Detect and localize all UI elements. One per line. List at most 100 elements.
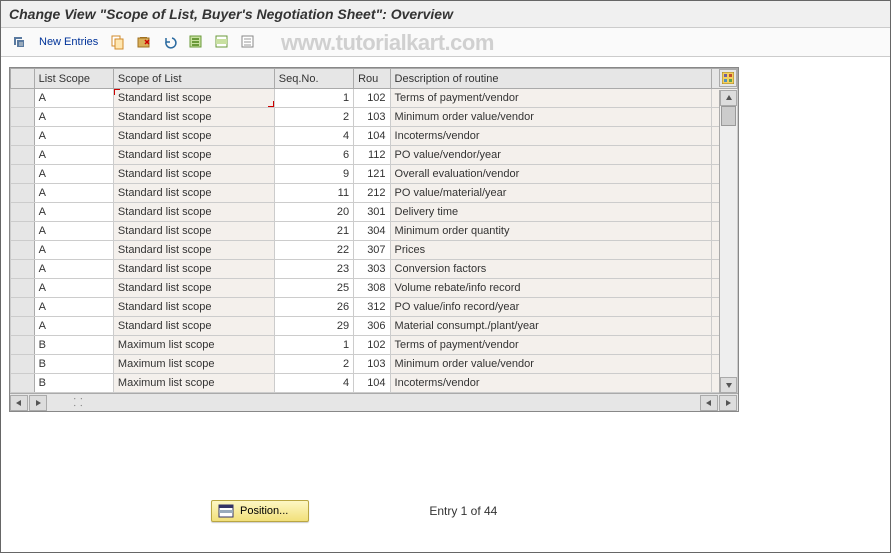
cell-rou[interactable]: 112 — [354, 146, 390, 165]
cell-list-scope[interactable]: A — [34, 146, 113, 165]
cell-rou[interactable]: 104 — [354, 374, 390, 393]
cell-rou[interactable]: 121 — [354, 165, 390, 184]
cell-seq-no[interactable]: 9 — [274, 165, 353, 184]
table-row[interactable]: AStandard list scope29306Material consum… — [11, 317, 738, 336]
cell-list-scope[interactable]: B — [34, 355, 113, 374]
table-row[interactable]: AStandard list scope20301Delivery time — [11, 203, 738, 222]
cell-rou[interactable]: 102 — [354, 89, 390, 108]
row-selector[interactable] — [11, 89, 35, 108]
undo-icon[interactable] — [160, 32, 180, 52]
table-row[interactable]: AStandard list scope26312PO value/info r… — [11, 298, 738, 317]
cell-seq-no[interactable]: 22 — [274, 241, 353, 260]
col-header-rou[interactable]: Rou — [354, 69, 390, 89]
col-header-list-scope[interactable]: List Scope — [34, 69, 113, 89]
vertical-scrollbar[interactable] — [719, 90, 737, 393]
cell-list-scope[interactable]: A — [34, 222, 113, 241]
table-row[interactable]: AStandard list scope25308Volume rebate/i… — [11, 279, 738, 298]
cell-list-scope[interactable]: A — [34, 184, 113, 203]
table-row[interactable]: AStandard list scope4104Incoterms/vendor — [11, 127, 738, 146]
table-row[interactable]: AStandard list scope6112PO value/vendor/… — [11, 146, 738, 165]
table-row[interactable]: AStandard list scope2103Minimum order va… — [11, 108, 738, 127]
cell-list-scope[interactable]: A — [34, 241, 113, 260]
scroll-track[interactable] — [720, 106, 737, 377]
cell-list-scope[interactable]: A — [34, 165, 113, 184]
select-block-icon[interactable] — [212, 32, 232, 52]
row-selector[interactable] — [11, 108, 35, 127]
cell-rou[interactable]: 301 — [354, 203, 390, 222]
hscroll-right-icon[interactable] — [29, 395, 47, 411]
cell-seq-no[interactable]: 1 — [274, 336, 353, 355]
cell-list-scope[interactable]: A — [34, 108, 113, 127]
col-header-selector[interactable] — [11, 69, 35, 89]
cell-rou[interactable]: 306 — [354, 317, 390, 336]
cell-list-scope[interactable]: A — [34, 279, 113, 298]
row-selector[interactable] — [11, 336, 35, 355]
position-button[interactable]: Position... — [211, 500, 309, 522]
cell-seq-no[interactable]: 21 — [274, 222, 353, 241]
cell-list-scope[interactable]: B — [34, 374, 113, 393]
cell-rou[interactable]: 312 — [354, 298, 390, 317]
horizontal-scrollbar[interactable]: ⸬ — [10, 393, 738, 411]
cell-seq-no[interactable]: 2 — [274, 355, 353, 374]
cell-list-scope[interactable]: B — [34, 336, 113, 355]
cell-list-scope[interactable]: A — [34, 127, 113, 146]
table-row[interactable]: BMaximum list scope2103Minimum order val… — [11, 355, 738, 374]
cell-rou[interactable]: 102 — [354, 336, 390, 355]
new-entries-link[interactable]: New Entries — [35, 34, 102, 50]
cell-seq-no[interactable]: 4 — [274, 127, 353, 146]
row-selector[interactable] — [11, 203, 35, 222]
row-selector[interactable] — [11, 298, 35, 317]
cell-rou[interactable]: 304 — [354, 222, 390, 241]
cell-seq-no[interactable]: 11 — [274, 184, 353, 203]
hscroll-grip[interactable]: ⸬ — [48, 395, 108, 410]
scroll-up-icon[interactable] — [720, 90, 737, 106]
cell-seq-no[interactable]: 25 — [274, 279, 353, 298]
row-selector[interactable] — [11, 279, 35, 298]
cell-rou[interactable]: 308 — [354, 279, 390, 298]
deselect-all-icon[interactable] — [238, 32, 258, 52]
table-row[interactable]: AStandard list scope9121Overall evaluati… — [11, 165, 738, 184]
cell-seq-no[interactable]: 2 — [274, 108, 353, 127]
table-row[interactable]: AStandard list scope23303Conversion fact… — [11, 260, 738, 279]
row-selector[interactable] — [11, 317, 35, 336]
cell-rou[interactable]: 307 — [354, 241, 390, 260]
cell-list-scope[interactable]: A — [34, 298, 113, 317]
table-row[interactable]: AStandard list scope22307Prices — [11, 241, 738, 260]
hscroll-right2-icon[interactable] — [719, 395, 737, 411]
row-selector[interactable] — [11, 127, 35, 146]
cell-seq-no[interactable]: 26 — [274, 298, 353, 317]
cell-rou[interactable]: 103 — [354, 108, 390, 127]
cell-rou[interactable]: 104 — [354, 127, 390, 146]
row-selector[interactable] — [11, 165, 35, 184]
row-selector[interactable] — [11, 355, 35, 374]
cell-rou[interactable]: 303 — [354, 260, 390, 279]
cell-list-scope[interactable]: A — [34, 317, 113, 336]
cell-seq-no[interactable]: 20 — [274, 203, 353, 222]
cell-list-scope[interactable]: A — [34, 203, 113, 222]
table-row[interactable]: AStandard list scope21304Minimum order q… — [11, 222, 738, 241]
table-row[interactable]: AStandard list scope11212PO value/materi… — [11, 184, 738, 203]
cell-seq-no[interactable]: 23 — [274, 260, 353, 279]
table-row[interactable]: BMaximum list scope1102Terms of payment/… — [11, 336, 738, 355]
table-row[interactable]: BMaximum list scope4104Incoterms/vendor — [11, 374, 738, 393]
row-selector[interactable] — [11, 146, 35, 165]
hscroll-left2-icon[interactable] — [700, 395, 718, 411]
col-header-scope-of-list[interactable]: Scope of List — [113, 69, 274, 89]
row-selector[interactable] — [11, 260, 35, 279]
table-config-button[interactable] — [719, 69, 737, 87]
col-header-description[interactable]: Description of routine — [390, 69, 712, 89]
cell-seq-no[interactable]: 1 — [274, 89, 353, 108]
cell-list-scope[interactable]: A — [34, 89, 113, 108]
row-selector[interactable] — [11, 374, 35, 393]
table-row[interactable]: AStandard list scope1102Terms of payment… — [11, 89, 738, 108]
row-selector[interactable] — [11, 184, 35, 203]
cell-seq-no[interactable]: 29 — [274, 317, 353, 336]
select-all-icon[interactable] — [186, 32, 206, 52]
expand-icon[interactable] — [9, 32, 29, 52]
delete-icon[interactable] — [134, 32, 154, 52]
scroll-thumb[interactable] — [721, 106, 736, 126]
scroll-down-icon[interactable] — [720, 377, 737, 393]
row-selector[interactable] — [11, 241, 35, 260]
hscroll-left-icon[interactable] — [10, 395, 28, 411]
cell-seq-no[interactable]: 6 — [274, 146, 353, 165]
